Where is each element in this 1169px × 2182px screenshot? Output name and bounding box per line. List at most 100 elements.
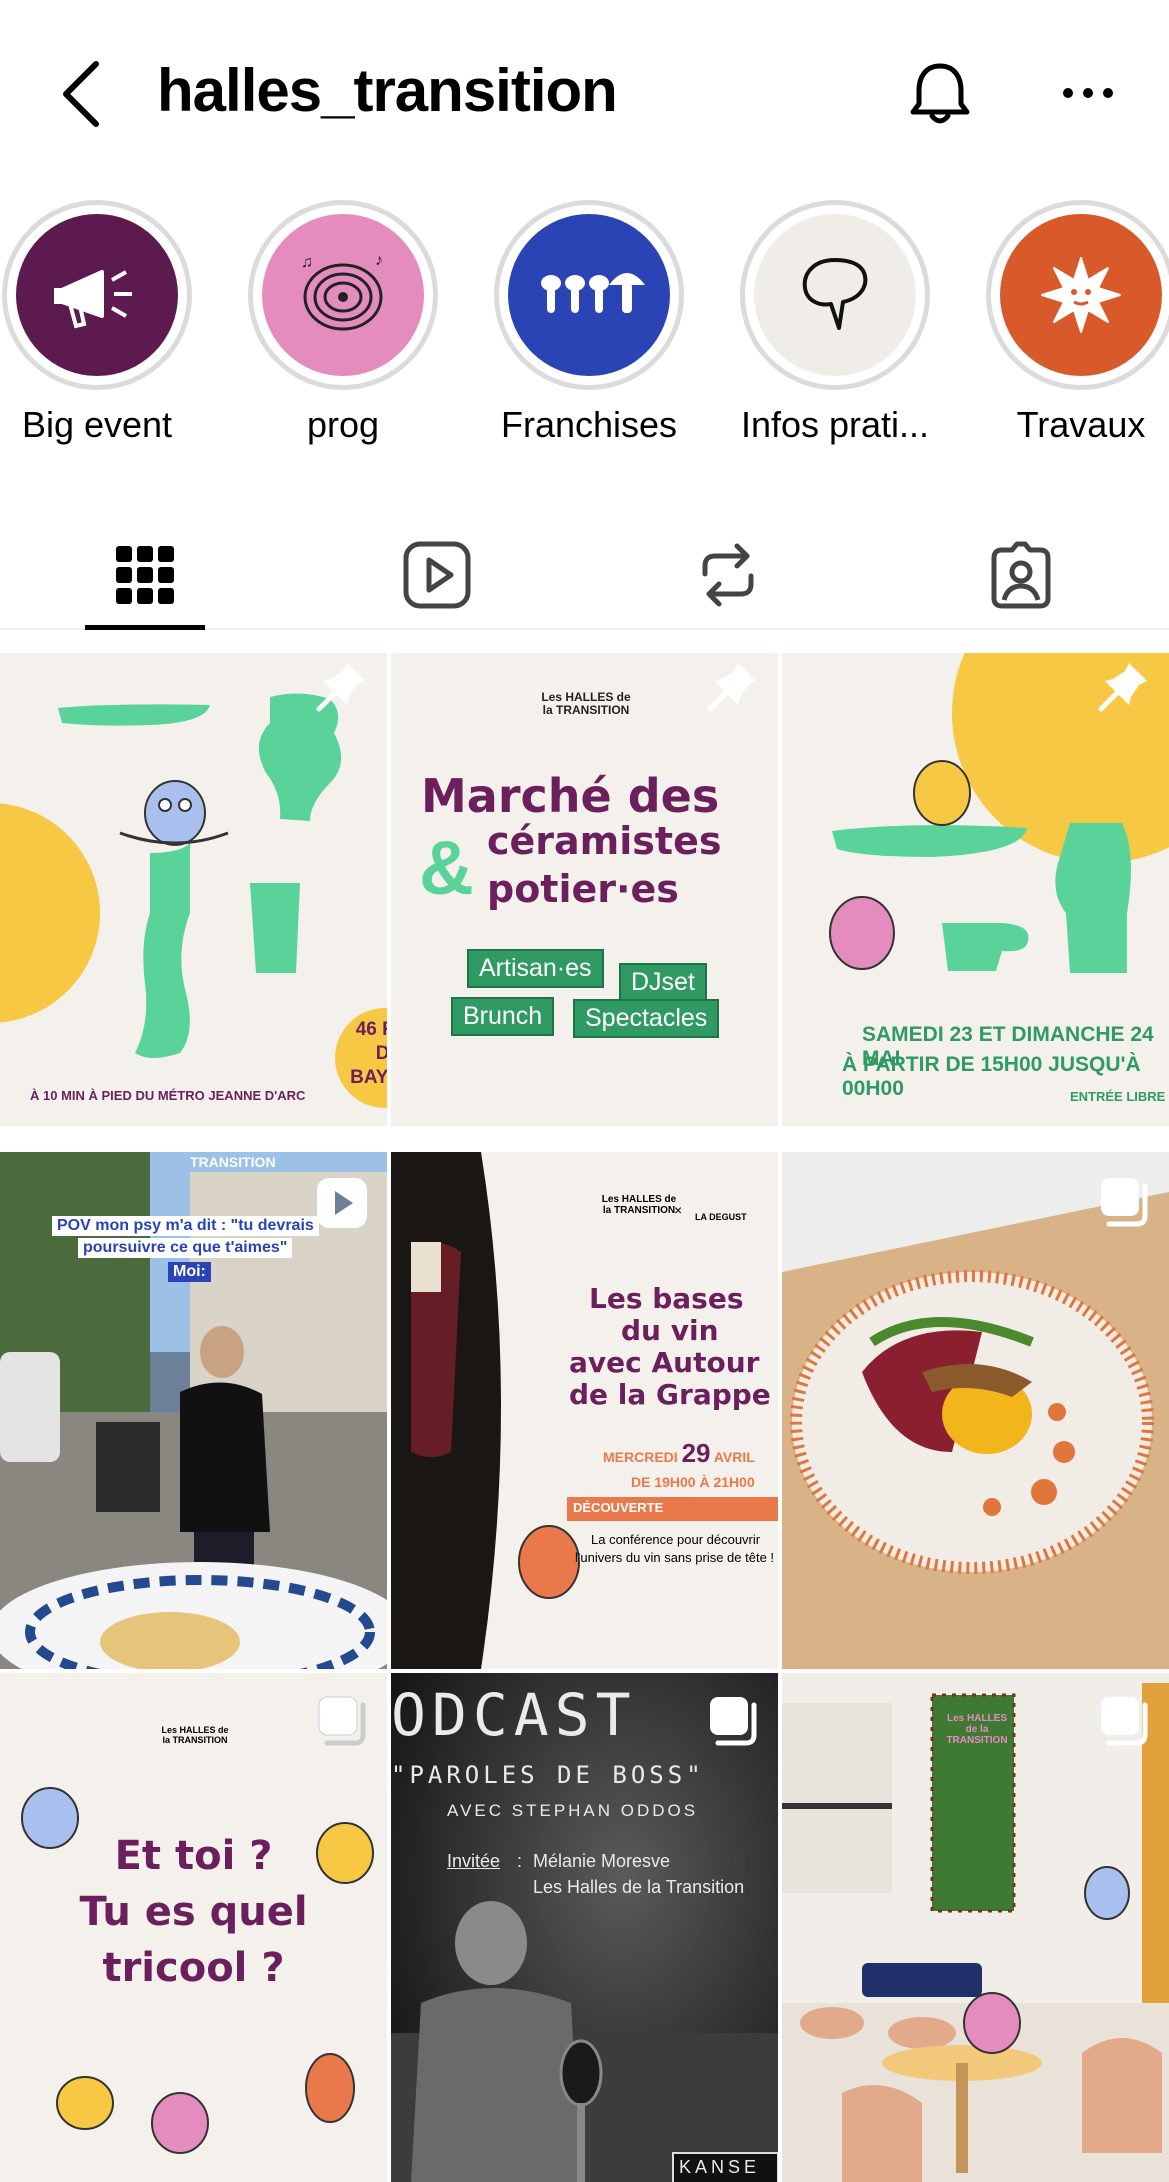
- vinyl-icon: ♪ ♫: [301, 252, 383, 331]
- post-caption: poursuivre ce que t'aimes": [78, 1238, 293, 1258]
- post-x: ×: [674, 1202, 683, 1218]
- post-address: 46 RUE DE BAYARD: [350, 1019, 387, 1088]
- svg-text:♫: ♫: [301, 254, 313, 271]
- highlight-ring: [494, 200, 684, 390]
- post-date-day: 29: [681, 1438, 711, 1468]
- tab-grid[interactable]: [100, 530, 190, 620]
- post-tile[interactable]: [782, 1152, 1169, 1669]
- post-chip: Brunch: [451, 997, 555, 1036]
- post-guest-org: Les Halles de la Transition: [533, 1877, 745, 1897]
- post-tile[interactable]: Les HALLES de la TRANSITION × LA DEGUST …: [391, 1152, 778, 1669]
- post-guest-name: Mélanie Moresve: [533, 1851, 671, 1871]
- highlight-cover: [754, 214, 916, 376]
- post-illustration: [0, 693, 387, 1108]
- reposts-icon: [702, 543, 754, 607]
- tab-reposts[interactable]: [683, 530, 773, 620]
- highlight-travaux[interactable]: Travaux: [981, 200, 1169, 446]
- post-tile[interactable]: TRANSITION POV mon psy m'a dit : "tu dev…: [0, 1152, 387, 1669]
- post-date: MERCREDI 29 AVRIL: [603, 1438, 755, 1469]
- pin-icon: [316, 663, 365, 712]
- pin-icon: [1098, 663, 1147, 712]
- post-chip: Artisan·es: [467, 949, 604, 988]
- highlight-cover: [508, 214, 670, 376]
- post-tile[interactable]: 46 RUE DE BAYARD À 10 MIN À PIED DU MÉTR…: [0, 653, 387, 1126]
- post-tile[interactable]: Les HALLES de la TRANSITION: [782, 1673, 1169, 2182]
- post-photo: [782, 1673, 1169, 2182]
- post-date-month: AVRIL: [713, 1449, 755, 1465]
- post-tile[interactable]: SAMEDI 23 ET DIMANCHE 24 MAI À PARTIR DE…: [782, 653, 1169, 1126]
- post-caption: POV mon psy m'a dit : "tu devrais: [52, 1216, 319, 1236]
- highlight-label: Big event: [21, 404, 173, 445]
- active-tab-indicator: [85, 625, 205, 630]
- post-title: Marché des: [421, 769, 720, 823]
- post-host: AVEC STEPHAN ODDOS: [447, 1801, 699, 1820]
- post-sign: TRANSITION: [190, 1154, 276, 1170]
- reel-icon: [317, 1178, 367, 1228]
- post-date-weekday: MERCREDI: [603, 1449, 678, 1465]
- highlight-big-event[interactable]: Big event: [0, 200, 197, 446]
- highlight-ring: [2, 200, 192, 390]
- post-hours: DE 19H00 À 21H00: [631, 1474, 755, 1490]
- post-title: ODCAST: [391, 1681, 637, 1749]
- post-brand: KANSE: [679, 2157, 761, 2177]
- profile-header: halles_transition: [0, 0, 1169, 190]
- profile-tabs: [0, 510, 1169, 630]
- post-desc: La conférence pour découvrir: [591, 1532, 761, 1547]
- post-entry: ENTRÉE LIBRE: [1070, 1089, 1166, 1104]
- post-title: céramistes: [487, 819, 722, 863]
- highlight-ring: ♪ ♫: [248, 200, 438, 390]
- more-options-icon[interactable]: [1058, 78, 1118, 108]
- post-partner: LA DEGUST: [695, 1212, 747, 1222]
- highlight-cover: [16, 214, 178, 376]
- post-title: Les bases: [589, 1282, 744, 1315]
- post-tile[interactable]: Les HALLES de la TRANSITION Marché des &…: [391, 653, 778, 1126]
- back-arrow-icon[interactable]: [58, 58, 108, 130]
- post-guest-label-text: Invitée: [447, 1851, 501, 1871]
- highlight-prog[interactable]: ♪ ♫ prog: [243, 200, 443, 446]
- speech-bubble-icon: [802, 258, 868, 330]
- profile-username: halles_transition: [157, 57, 618, 124]
- post-guest-colon: :: [517, 1851, 523, 1871]
- tab-reels[interactable]: [392, 530, 482, 620]
- post-title: Tu es quel: [79, 1889, 308, 1935]
- grid-icon: [116, 546, 174, 604]
- post-sign: Les HALLES de la TRANSITION: [946, 1713, 1008, 1746]
- post-desc: l'univers du vin sans prise de tête !: [575, 1550, 775, 1565]
- post-title: Et toi ?: [114, 1833, 273, 1879]
- highlight-label: Franchises: [500, 404, 678, 445]
- post-title: tricool ?: [102, 1945, 285, 1991]
- post-photo: [391, 1673, 778, 2182]
- post-caption: À 10 MIN À PIED DU MÉTRO JEANNE D'ARC: [30, 1088, 306, 1103]
- post-logo: Les HALLES de la TRANSITION: [161, 1725, 229, 1745]
- carousel-icon: [318, 1696, 366, 1746]
- highlight-franchises[interactable]: Franchises: [489, 200, 689, 446]
- post-title: de la Grappe: [569, 1378, 771, 1411]
- post-chip: Spectacles: [573, 999, 720, 1038]
- reels-icon: [403, 541, 471, 609]
- post-title: avec Autour: [569, 1346, 760, 1379]
- sparkle-icon: [1041, 257, 1121, 333]
- megaphone-icon: [54, 270, 132, 329]
- post-subtitle: "PAROLES DE BOSS": [391, 1761, 705, 1789]
- post-caption: Moi:: [168, 1262, 211, 1282]
- highlight-cover: [1000, 214, 1162, 376]
- post-chip: DJset: [619, 963, 707, 1002]
- notification-bell-icon[interactable]: [905, 58, 975, 130]
- post-tag: DÉCOUVERTE: [567, 1497, 778, 1521]
- carousel-icon: [1101, 1178, 1148, 1227]
- post-tile[interactable]: ODCAST "PAROLES DE BOSS" AVEC STEPHAN OD…: [391, 1673, 778, 2182]
- tab-tagged[interactable]: [976, 530, 1066, 620]
- post-guest-label: Invitée: [447, 1851, 500, 1872]
- highlight-cover: ♪ ♫: [262, 214, 424, 376]
- highlight-infos-pratiques[interactable]: Infos prati...: [735, 200, 935, 446]
- highlight-ring: [740, 200, 930, 390]
- carousel-icon: [710, 1697, 757, 1746]
- carousel-icon: [1101, 1697, 1148, 1746]
- mushroom-icon: [541, 273, 645, 313]
- post-tile[interactable]: Les HALLES de la TRANSITION Et toi ? Tu …: [0, 1673, 387, 2182]
- post-logo: Les HALLES de la TRANSITION: [601, 1194, 677, 1216]
- highlight-ring: [986, 200, 1169, 390]
- highlight-label: Travaux: [1016, 404, 1146, 445]
- highlight-label: Infos prati...: [740, 404, 930, 445]
- post-title: potier·es: [487, 867, 679, 911]
